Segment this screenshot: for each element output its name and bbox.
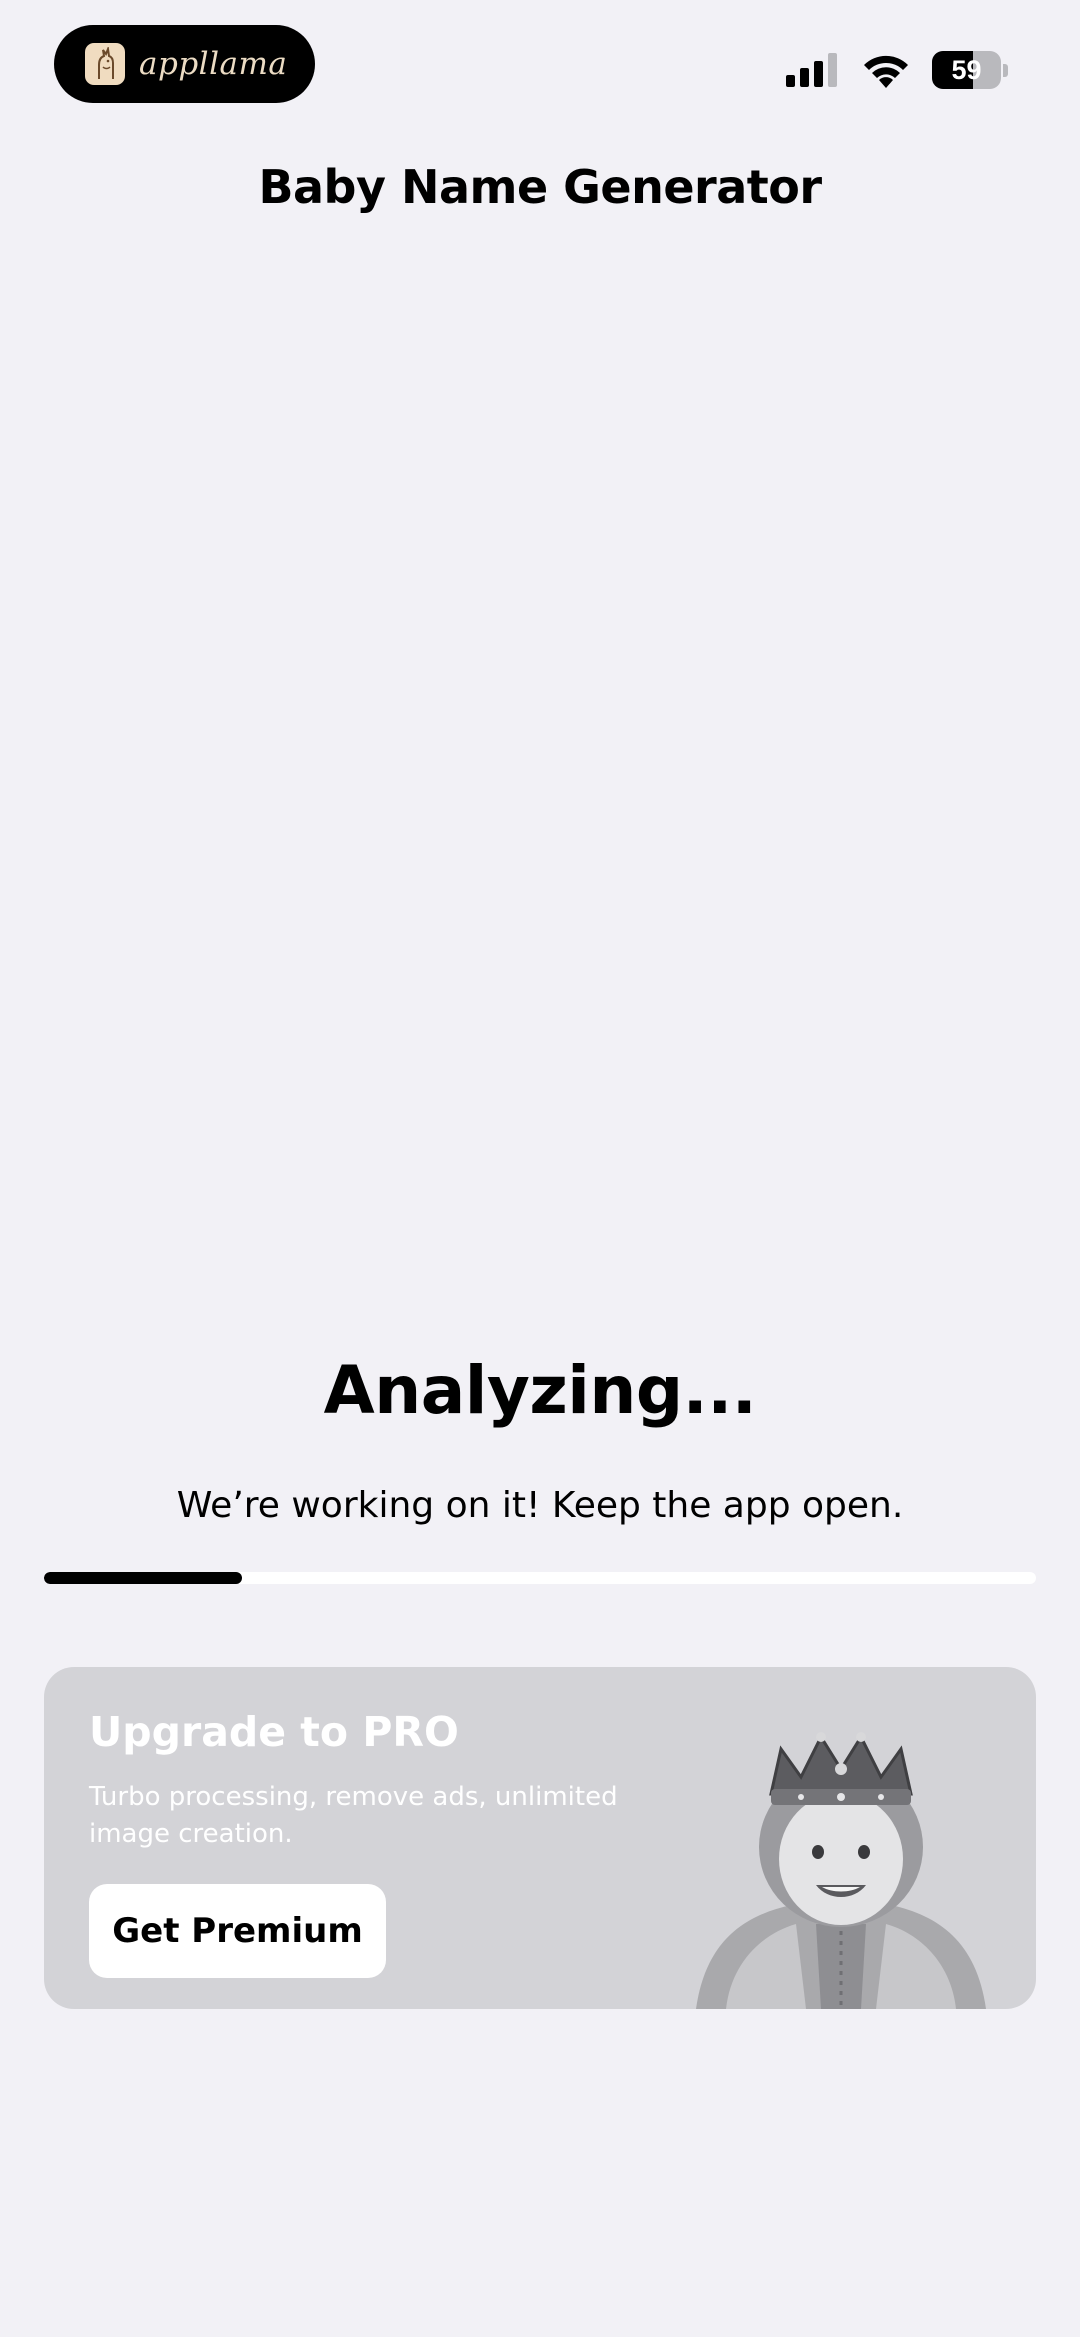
crowned-baby-image bbox=[696, 1732, 986, 2009]
battery-percentage: 59 bbox=[951, 54, 982, 85]
progress-message: We’re working on it! Keep the app open. bbox=[176, 1485, 904, 1526]
status-icons: 59 bbox=[786, 50, 1008, 90]
analyzing-heading: Analyzing... bbox=[323, 1352, 757, 1429]
battery-icon: 59 bbox=[932, 51, 1008, 89]
appllama-badge[interactable]: appllama bbox=[54, 25, 315, 103]
promo-description: Turbo processing, remove ads, unlimited … bbox=[89, 1782, 618, 1849]
get-premium-button[interactable]: Get Premium bbox=[89, 1884, 386, 1978]
cellular-signal-icon bbox=[786, 53, 837, 87]
page-title: Baby Name Generator bbox=[258, 160, 822, 214]
progress-bar bbox=[44, 1572, 1036, 1584]
appllama-label: appllama bbox=[139, 46, 288, 82]
llama-logo-icon bbox=[85, 43, 125, 85]
promo-title: Upgrade to PRO bbox=[89, 1708, 459, 1756]
progress-bar-fill bbox=[44, 1572, 243, 1584]
upgrade-promo-card[interactable]: Upgrade to PRO Turbo processing, remove … bbox=[44, 1667, 1036, 2009]
wifi-icon bbox=[864, 55, 908, 88]
